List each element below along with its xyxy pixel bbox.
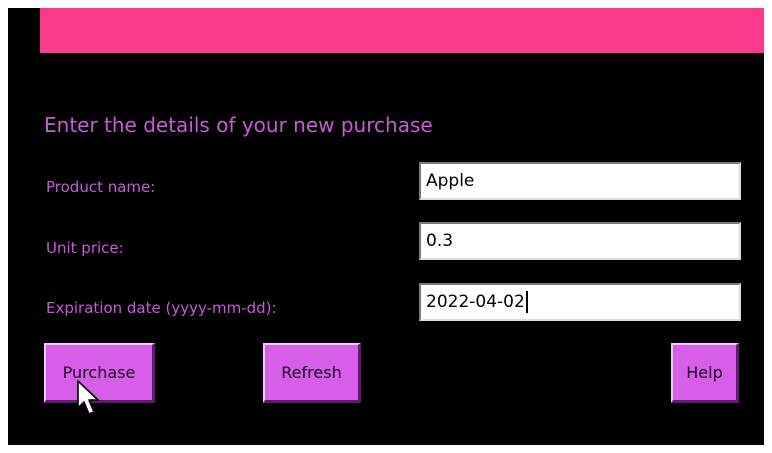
refresh-button[interactable]: Refresh <box>263 343 361 403</box>
unit-price-value: 0.3 <box>426 231 454 251</box>
text-caret <box>525 291 528 313</box>
refresh-button-label: Refresh <box>281 363 342 382</box>
top-banner <box>40 8 764 53</box>
product-name-label: Product name: <box>46 178 156 196</box>
form-heading: Enter the details of your new purchase <box>44 113 433 137</box>
expiration-date-input[interactable]: 2022-04-02 <box>419 283 741 321</box>
expiration-date-value: 2022-04-02 <box>426 292 525 312</box>
unit-price-input[interactable]: 0.3 <box>419 222 741 260</box>
product-name-input[interactable]: Apple <box>419 162 741 200</box>
product-name-value: Apple <box>426 171 475 191</box>
app-window: Enter the details of your new purchase P… <box>8 8 764 445</box>
mouse-pointer-icon <box>77 380 99 415</box>
help-button[interactable]: Help <box>671 343 739 403</box>
help-button-label: Help <box>686 363 723 382</box>
unit-price-label: Unit price: <box>46 239 124 257</box>
expiration-date-label: Expiration date (yyyy-mm-dd): <box>46 299 277 317</box>
